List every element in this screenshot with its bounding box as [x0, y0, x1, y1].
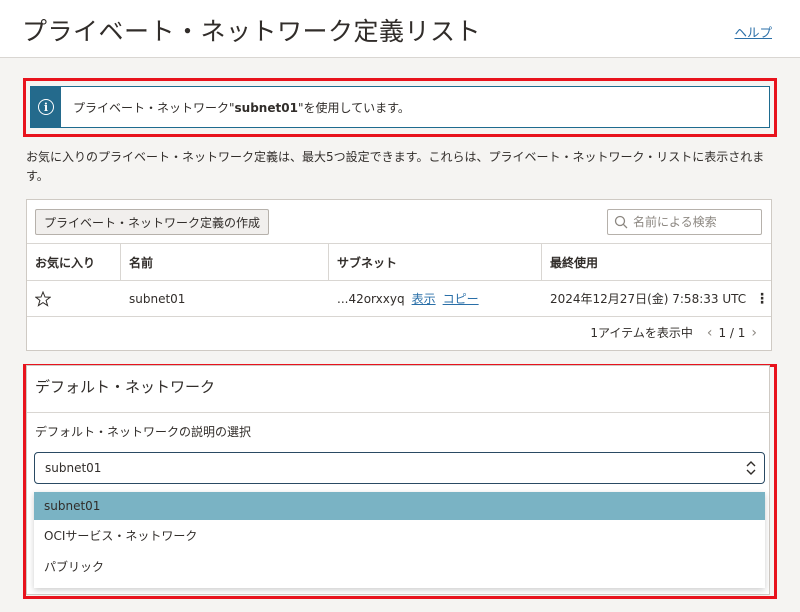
default-network-title: デフォルト・ネットワーク [35, 378, 216, 396]
dropdown-option[interactable]: subnet01 [34, 492, 765, 520]
network-table-panel: プライベート・ネットワーク定義の作成 お気に入り 名前 サブネット 最終使用 s… [26, 199, 772, 351]
table-header: お気に入り 名前 サブネット 最終使用 [27, 243, 771, 281]
row-subnet-cell: ...42orxxyq 表示 コピー [337, 281, 479, 316]
row-actions-menu-icon[interactable]: ⋮ [755, 281, 769, 316]
page-header: プライベート・ネットワーク定義リスト ヘルプ [0, 0, 800, 58]
column-header-name[interactable]: 名前 [121, 244, 329, 280]
pagination: 1アイテムを表示中 ‹ 1 / 1 › [590, 324, 763, 341]
dropdown-option[interactable]: パブリック [34, 552, 765, 580]
default-network-panel: デフォルト・ネットワーク デフォルト・ネットワークの説明の選択 subnet01… [26, 365, 770, 595]
table-row: subnet01 ...42orxxyq 表示 コピー 2024年12月27日(… [27, 281, 771, 317]
chevron-left-icon[interactable]: ‹ [707, 325, 713, 341]
info-message-prefix: プライベート・ネットワーク" [73, 100, 235, 115]
star-outline-icon[interactable] [35, 281, 65, 316]
chevron-right-icon[interactable]: › [751, 325, 757, 341]
column-header-favorite[interactable]: お気に入り [27, 244, 121, 280]
pager-page-text: 1 / 1 [718, 325, 746, 340]
search-box[interactable] [607, 209, 762, 235]
default-network-select[interactable]: subnet01 [34, 452, 765, 484]
dropdown-option[interactable]: OCIサービス・ネットワーク [34, 521, 765, 549]
show-subnet-link[interactable]: 表示 [412, 290, 436, 307]
info-message-subnet: subnet01 [234, 100, 298, 115]
pager-items-text: 1アイテムを表示中 [590, 326, 693, 340]
row-name: subnet01 [129, 291, 186, 306]
default-network-dropdown: subnet01 OCIサービス・ネットワーク パブリック [34, 492, 765, 588]
search-icon [614, 215, 628, 229]
divider [27, 412, 769, 413]
copy-subnet-link[interactable]: コピー [443, 290, 479, 307]
column-header-last-used[interactable]: 最終使用 [542, 244, 771, 280]
favorites-description: お気に入りのプライベート・ネットワーク定義は、最大5つ設定できます。これらは、プ… [26, 150, 765, 183]
info-message: プライベート・ネットワーク"subnet01"を使用しています。 [73, 99, 410, 116]
search-input[interactable] [633, 215, 753, 229]
info-icon-container: i [31, 87, 61, 127]
help-link[interactable]: ヘルプ [734, 22, 772, 41]
info-icon: i [38, 99, 54, 115]
select-value: subnet01 [45, 461, 102, 475]
info-message-suffix: "を使用しています。 [297, 100, 410, 115]
select-arrows-icon [746, 459, 756, 479]
column-header-subnet[interactable]: サブネット [329, 244, 542, 280]
row-last-used: 2024年12月27日(金) 7:58:33 UTC [550, 292, 747, 306]
row-subnet: ...42orxxyq [337, 291, 405, 306]
page-title: プライベート・ネットワーク定義リスト [22, 17, 482, 46]
info-banner: i プライベート・ネットワーク"subnet01"を使用しています。 [30, 86, 770, 128]
create-definition-button[interactable]: プライベート・ネットワーク定義の作成 [35, 209, 270, 235]
default-network-field-label: デフォルト・ネットワークの説明の選択 [35, 425, 252, 439]
